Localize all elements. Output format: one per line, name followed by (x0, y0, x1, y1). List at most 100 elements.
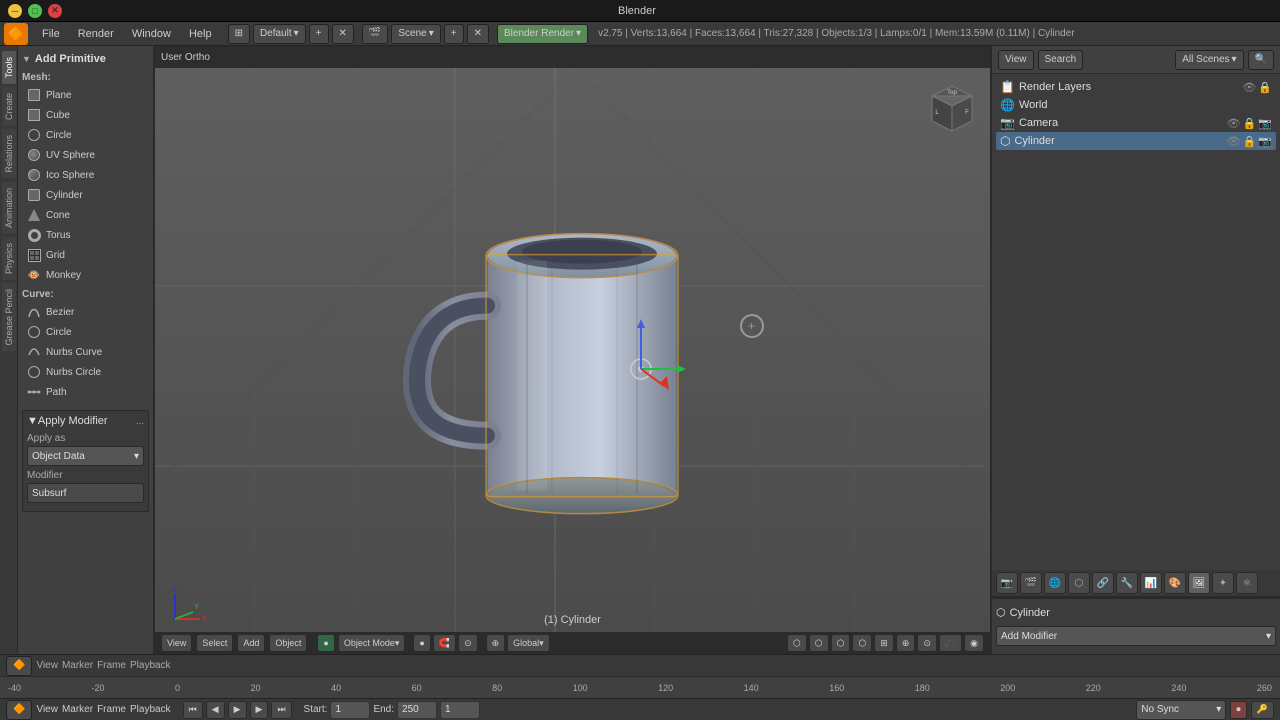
add-scene[interactable]: + (444, 24, 464, 44)
view-menu[interactable]: View (161, 634, 192, 652)
viewport-extra1[interactable]: ⊞ (874, 634, 894, 652)
timeline-engine[interactable]: 🔶 (6, 700, 32, 720)
outliner-world[interactable]: 🌐 World (996, 96, 1276, 114)
mode-dropdown[interactable]: Object Mode ▾ (338, 634, 406, 652)
sidebar-tab-grease[interactable]: Grease Pencil (2, 283, 16, 352)
prop-tab-world[interactable]: 🌐 (1044, 572, 1066, 594)
menu-help[interactable]: Help (181, 26, 220, 42)
outliner-cylinder[interactable]: ⬡ Cylinder 👁 🔒 📷 (996, 132, 1276, 150)
transform-gizmo-btn[interactable]: ⊕ (486, 634, 506, 652)
prop-tab-scene[interactable]: 🎬 (1020, 572, 1042, 594)
shading-wire[interactable]: ⬡ (787, 634, 807, 652)
timeline-playback-btn[interactable]: Playback (130, 704, 171, 715)
vis-eye[interactable]: 👁 (1242, 81, 1256, 94)
search-icon-btn[interactable]: 🔍 (1248, 50, 1274, 70)
orientation-cube[interactable]: Top L F (922, 76, 982, 136)
prop-tab-texture[interactable]: 🖼 (1188, 572, 1210, 594)
current-frame[interactable]: 1 (440, 701, 480, 719)
apply-as-dropdown[interactable]: Object Data ▾ (27, 446, 144, 466)
menu-render[interactable]: Render (70, 26, 122, 42)
mesh-grid[interactable]: Grid (22, 245, 149, 265)
menu-file[interactable]: File (34, 26, 68, 42)
all-scenes-dropdown[interactable]: All Scenes ▾ (1175, 50, 1243, 70)
viewport-extra3[interactable]: ⊙ (917, 634, 937, 652)
close-button[interactable]: ✕ (48, 4, 62, 18)
proportional-edit[interactable]: ⊙ (458, 634, 478, 652)
sidebar-tab-animation[interactable]: Animation (2, 182, 16, 234)
mesh-circle[interactable]: Circle (22, 125, 149, 145)
status-engine-icon[interactable]: 🔶 (6, 656, 32, 676)
vis-lock[interactable]: 🔒 (1258, 81, 1272, 94)
shading-material[interactable]: ⬡ (831, 634, 851, 652)
record-btn[interactable]: ⏺ (1230, 701, 1247, 719)
play-next[interactable]: ⏭ (271, 701, 291, 719)
mesh-plane[interactable]: Plane (22, 85, 149, 105)
viewport-extra2[interactable]: ⊕ (896, 634, 916, 652)
curve-nurbs[interactable]: Nurbs Curve (22, 342, 149, 362)
outliner-camera[interactable]: 📷 Camera 👁 🔒 📷 (996, 114, 1276, 132)
mesh-cone[interactable]: Cone (22, 205, 149, 225)
next-frame[interactable]: ▶ (250, 701, 269, 719)
screen-icon[interactable]: ⊞ (228, 24, 250, 44)
timeline-view[interactable]: View (36, 704, 58, 715)
menu-window[interactable]: Window (124, 26, 179, 42)
prop-tab-physics[interactable]: ⚛ (1236, 572, 1258, 594)
mesh-monkey[interactable]: 🐵 Monkey (22, 265, 149, 285)
start-frame[interactable]: 1 (330, 701, 370, 719)
prop-tab-material[interactable]: 🎨 (1164, 572, 1186, 594)
shading-render[interactable]: ⬡ (852, 634, 872, 652)
modifier-options[interactable]: ... (136, 416, 144, 426)
3d-viewport[interactable]: User Ortho (155, 46, 990, 654)
mesh-cylinder[interactable]: Cylinder (22, 185, 149, 205)
viewport-extra5[interactable]: ◉ (964, 634, 984, 652)
viewport-extra4[interactable]: 🎥 (939, 634, 962, 652)
workspace-dropdown[interactable]: Default ▾ (253, 24, 306, 44)
add-modifier-btn[interactable]: Add Modifier ▾ (996, 626, 1276, 646)
sidebar-tab-relations[interactable]: Relations (2, 129, 16, 179)
cyl-eye[interactable]: 👁 (1227, 135, 1241, 148)
curve-circle[interactable]: Circle (22, 322, 149, 342)
prev-frame[interactable]: ◀ (206, 701, 225, 719)
scene-dropdown[interactable]: Scene ▾ (391, 24, 440, 44)
transform-gizmo[interactable] (606, 314, 686, 407)
sidebar-tab-tools[interactable]: Tools (2, 51, 16, 84)
rp-search-btn[interactable]: Search (1038, 50, 1084, 70)
modifier-input[interactable]: Subsurf (27, 483, 144, 503)
mesh-uvsphere[interactable]: UV Sphere (22, 145, 149, 165)
sidebar-tab-physics[interactable]: Physics (2, 237, 16, 280)
status-frame[interactable]: Frame (97, 660, 126, 671)
curve-bezier[interactable]: Bezier (22, 302, 149, 322)
cam-eye[interactable]: 👁 (1227, 117, 1241, 130)
prop-tab-constraints[interactable]: 🔗 (1092, 572, 1114, 594)
prop-tab-object[interactable]: ⬡ (1068, 572, 1090, 594)
scene-icon[interactable]: 🎬 (362, 24, 388, 44)
shading-solid[interactable]: ⬡ (809, 634, 829, 652)
cam-lock[interactable]: 🔒 (1243, 117, 1257, 130)
curve-nurbs-circle[interactable]: Nurbs Circle (22, 362, 149, 382)
mesh-cube[interactable]: Cube (22, 105, 149, 125)
status-view[interactable]: View (36, 660, 58, 671)
mode-icon[interactable]: ● (317, 634, 334, 652)
add-primitive-header[interactable]: ▼ Add Primitive (22, 50, 149, 68)
add-screen[interactable]: + (309, 24, 329, 44)
cyl-render[interactable]: 📷 (1258, 135, 1272, 148)
pivot-btn[interactable]: ● (413, 634, 430, 652)
maximize-button[interactable]: □ (28, 4, 42, 18)
object-menu[interactable]: Object (269, 634, 307, 652)
play-prev[interactable]: ⏮ (183, 701, 203, 719)
sync-dropdown[interactable]: No Sync ▾ (1136, 700, 1226, 720)
prop-tab-data[interactable]: 📊 (1140, 572, 1162, 594)
select-menu[interactable]: Select (196, 634, 233, 652)
prop-tab-modifier[interactable]: 🔧 (1116, 572, 1138, 594)
cam-render[interactable]: 📷 (1258, 117, 1272, 130)
timeline-frame-btn[interactable]: Frame (97, 704, 126, 715)
rp-view-btn[interactable]: View (998, 50, 1034, 70)
end-frame[interactable]: 250 (397, 701, 437, 719)
remove-scene[interactable]: ✕ (467, 24, 489, 44)
remove-screen[interactable]: ✕ (332, 24, 354, 44)
status-playback[interactable]: Playback (130, 660, 171, 671)
sidebar-tab-create[interactable]: Create (2, 87, 16, 126)
minimize-button[interactable]: ─ (8, 4, 22, 18)
status-marker[interactable]: Marker (62, 660, 93, 671)
cyl-lock[interactable]: 🔒 (1243, 135, 1257, 148)
